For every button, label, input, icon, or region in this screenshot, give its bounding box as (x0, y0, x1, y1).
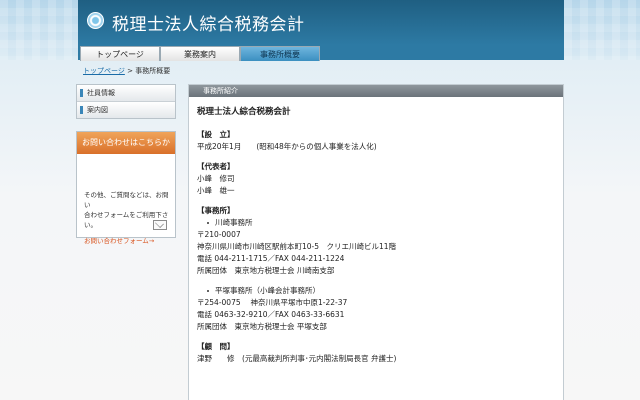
office-1-address: 神奈川県川崎市川崎区駅前本町10-5 クリエ川崎ビル11階 (197, 242, 397, 251)
sidebar-item-staff[interactable]: 社員情報 (77, 85, 175, 102)
site-title[interactable]: 税理士法人綜合税務会計 (112, 10, 305, 35)
header: 税理士法人綜合税務会計 (78, 0, 564, 45)
breadcrumb-current: 事務所概要 (135, 67, 171, 75)
breadcrumb-separator: > (124, 67, 136, 75)
sidebar-item-map[interactable]: 案内図 (77, 102, 175, 118)
office-1-association: 所属団体 東京地方税理士会 川崎南支部 (197, 266, 335, 275)
contact-form-link[interactable]: お問い合わせフォーム→ (84, 236, 154, 246)
contact-text-1: その他、ご質問などは、お問い (84, 191, 169, 209)
breadcrumb-home-link[interactable]: トップページ (83, 67, 125, 75)
page: 税理士法人綜合税務会計 トップページ 業務案内 事務所概要 トップページ > 事… (0, 0, 640, 400)
office-heading: 【事務所】 (197, 206, 235, 215)
main-content: 事務所紹介 税理士法人綜合税務会計 【設 立】 平成20年1月 (昭和48年から… (188, 84, 564, 400)
establishment-heading: 【設 立】 (197, 130, 235, 139)
logo-icon (87, 12, 104, 29)
tab-services[interactable]: 業務案内 (160, 46, 240, 61)
breadcrumb: トップページ > 事務所概要 (83, 66, 170, 76)
background-left (0, 0, 78, 60)
office-1-phone: 電話 044-211-1715／FAX 044-211-1224 (197, 254, 345, 263)
representative-1: 小峰 修司 (197, 174, 235, 183)
office-2-name: 平塚事務所（小峰会計事務所） (197, 285, 555, 297)
mail-icon (153, 220, 167, 230)
representative-2: 小峰 雄一 (197, 186, 235, 195)
office-1-name: 川崎事務所 (197, 217, 555, 229)
establishment-text: 平成20年1月 (昭和48年からの個人事業を法人化) (197, 142, 377, 151)
advisor-heading: 【顧 問】 (197, 342, 235, 351)
office-2-association: 所属団体 東京地方税理士会 平塚支部 (197, 322, 327, 331)
office-2-address: 〒254-0075 神奈川県平塚市中原1-22-37 (197, 298, 348, 307)
contact-body: その他、ご質問などは、お問い 合わせフォームをご利用下さい。 お問い合わせフォー… (77, 154, 175, 252)
office-2-phone: 電話 0463-32-9210／FAX 0463-33-6631 (197, 310, 345, 319)
advisor-1: 津野 修 (元最高裁判所判事･元内閣法制局長官 弁護士) (197, 354, 397, 363)
tab-top[interactable]: トップページ (80, 46, 160, 61)
section-title: 事務所紹介 (189, 85, 563, 97)
office-1-zip: 〒210-0007 (197, 230, 241, 239)
company-name: 税理士法人綜合税務会計 (197, 107, 291, 117)
tab-office-overview[interactable]: 事務所概要 (240, 46, 320, 61)
sidebar-menu: 社員情報 案内図 (76, 84, 176, 119)
background-right (564, 0, 640, 60)
content-body: 税理士法人綜合税務会計 【設 立】 平成20年1月 (昭和48年からの個人事業を… (189, 97, 563, 365)
contact-heading: お問い合わせはこちらから (77, 132, 175, 169)
contact-box: お問い合わせはこちらから その他、ご質問などは、お問い 合わせフォームをご利用下… (76, 131, 176, 245)
representative-heading: 【代表者】 (197, 162, 235, 171)
